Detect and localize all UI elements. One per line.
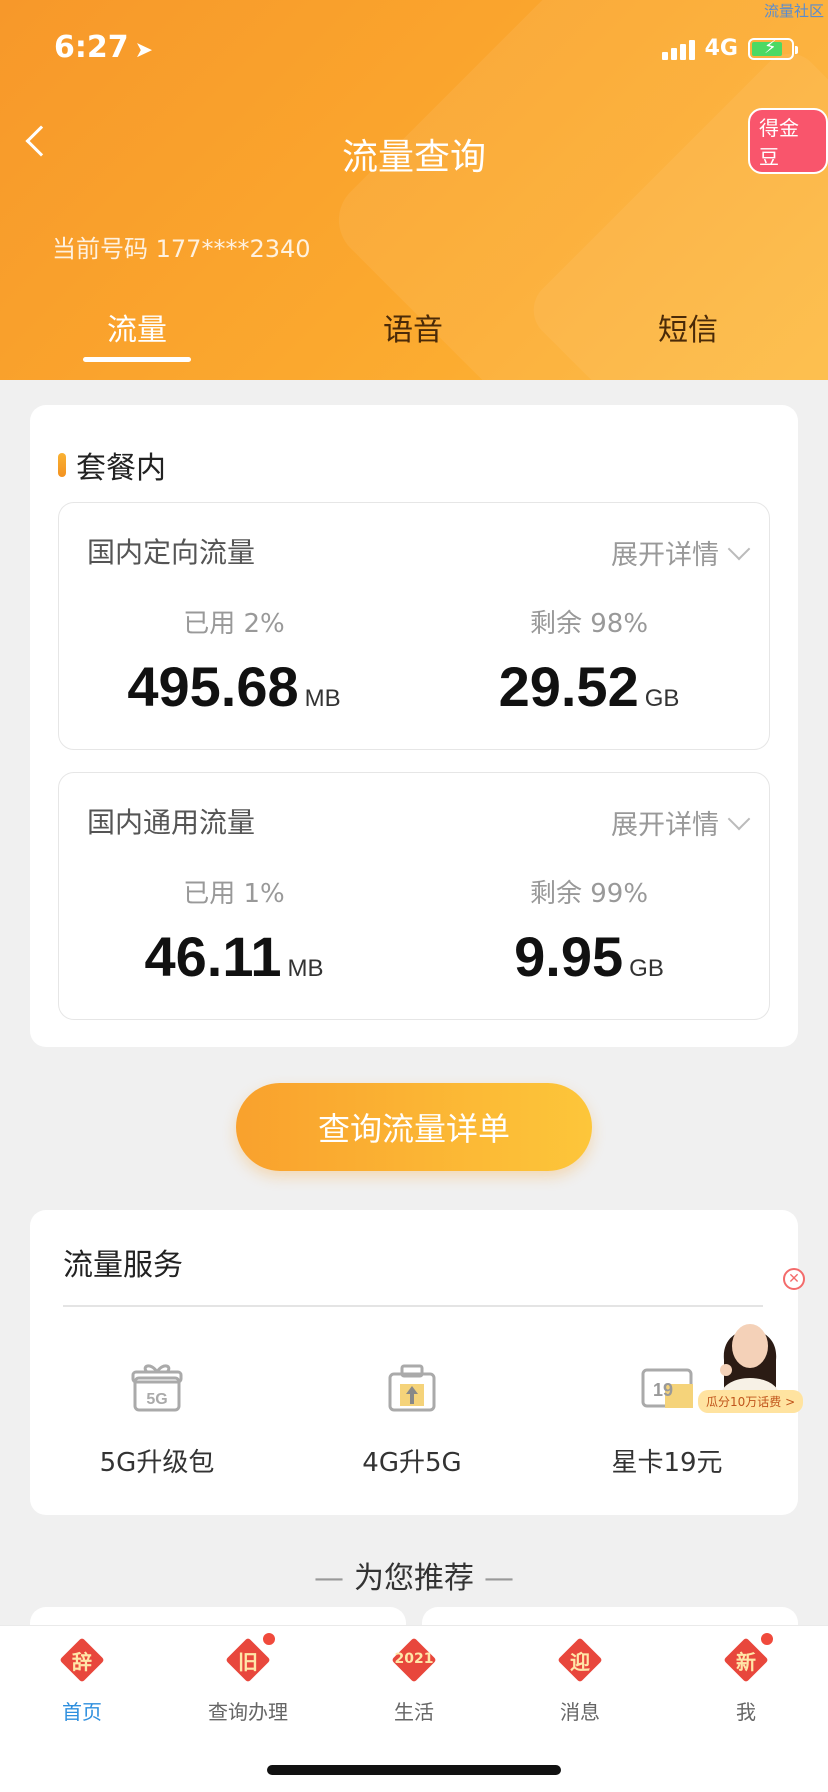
used-stat: 已用 1% 46.11 MB <box>64 873 404 989</box>
used-unit: MB <box>287 955 324 982</box>
notification-dot <box>262 1632 276 1646</box>
expand-label: 展开详情 <box>611 540 719 571</box>
divider <box>63 1305 763 1307</box>
nav-label: 生活 <box>394 1700 434 1724</box>
ad-close-icon[interactable]: ✕ <box>783 1268 805 1290</box>
nav-life-icon: 2021 <box>391 1637 437 1683</box>
notification-dot <box>760 1632 774 1646</box>
phone-number: 177****2340 <box>155 235 311 263</box>
package-card: 套餐内 国内定向流量 展开详情 已用 2% 495.68 MB 剩余 98% 29… <box>30 405 798 1047</box>
nav-icon-char: 辞 <box>72 1650 92 1674</box>
service-4g-to-5g[interactable]: 4G升5G <box>312 1360 512 1479</box>
nav-label: 我 <box>736 1700 756 1724</box>
home-indicator[interactable] <box>267 1765 561 1775</box>
service-label: 4G升5G <box>362 1448 462 1478</box>
services-title: 流量服务 <box>63 1248 183 1283</box>
tab-data[interactable]: 流量 <box>62 305 212 349</box>
ad-tag[interactable]: 瓜分10万话费 > <box>698 1390 804 1413</box>
recommend-label: 为您推荐 <box>354 1561 474 1596</box>
recommend-title: — 为您推荐 — <box>0 1553 828 1597</box>
nav-icon-char: 迎 <box>570 1650 590 1674</box>
remain-unit: GB <box>629 955 664 982</box>
5g-icon-text: 5G <box>146 1391 167 1408</box>
general-flow-box: 国内通用流量 展开详情 已用 1% 46.11 MB 剩余 99% 9.95 GB <box>58 772 770 1020</box>
tab-underline <box>83 357 191 362</box>
nav-home-icon: 辞 <box>59 1637 105 1683</box>
service-5g-package[interactable]: 5G 5G升级包 <box>57 1360 257 1479</box>
status-time-text: 6:27 <box>54 30 129 65</box>
chevron-down-icon <box>727 537 751 560</box>
page-title: 流量查询 <box>341 137 486 178</box>
query-details-button[interactable]: 查询流量详单 <box>236 1083 592 1171</box>
service-label: 5G升级包 <box>99 1448 215 1478</box>
nav-icon-char: 2021 <box>394 1651 434 1667</box>
nav-query[interactable]: 旧 查询办理 <box>178 1632 318 1725</box>
5g-gift-icon: 5G <box>131 1364 183 1412</box>
services-card: 流量服务 5G 5G升级包 4G升5G 19 星卡19元 <box>30 1210 798 1515</box>
signal-icon <box>661 38 695 60</box>
expand-details[interactable]: 展开详情 <box>611 533 751 572</box>
nav-icon-char: 新 <box>736 1650 756 1674</box>
section-marker <box>58 453 66 477</box>
remain-value: 29.52 <box>498 655 639 718</box>
remain-stat: 剩余 99% 9.95 GB <box>419 873 759 989</box>
dash-decoration: — <box>314 1561 344 1596</box>
nav-messages-icon: 迎 <box>557 1637 603 1683</box>
used-value: 46.11 <box>144 925 282 988</box>
phone-label: 当前号码 <box>52 235 148 263</box>
used-label: 已用 2% <box>183 609 285 639</box>
tab-voice[interactable]: 语音 <box>338 305 488 349</box>
nav-me-icon: 新 <box>723 1632 774 1683</box>
used-value: 495.68 <box>127 655 299 718</box>
flow-name: 国内通用流量 <box>87 806 256 839</box>
header: 流量社区 6:27 ➤ 4G ⚡ 流量查询 得金豆 当前号码 177****234… <box>0 0 828 380</box>
flow-name: 国内定向流量 <box>87 536 256 569</box>
location-arrow-icon: ➤ <box>134 38 154 63</box>
remain-label: 剩余 99% <box>529 879 649 909</box>
service-label: 星卡19元 <box>611 1448 723 1478</box>
nav-messages[interactable]: 迎 消息 <box>510 1637 650 1725</box>
expand-details[interactable]: 展开详情 <box>611 803 751 842</box>
star-card-icon: 19 <box>641 1368 693 1408</box>
star-card-icon-text: 19 <box>653 1380 673 1400</box>
tab-sms[interactable]: 短信 <box>613 305 763 349</box>
battery-icon: ⚡ <box>748 37 798 60</box>
nav-label: 消息 <box>560 1700 600 1724</box>
chevron-down-icon <box>727 807 751 830</box>
nav-home[interactable]: 辞 首页 <box>12 1637 152 1725</box>
nav-label: 查询办理 <box>208 1700 288 1724</box>
remain-unit: GB <box>644 685 680 712</box>
gold-bean-badge[interactable]: 得金豆 <box>748 108 828 174</box>
dash-decoration: — <box>484 1561 514 1596</box>
nav-query-icon: 旧 <box>225 1632 276 1683</box>
used-label: 已用 1% <box>183 879 285 909</box>
nav-label: 首页 <box>62 1700 102 1724</box>
current-number: 当前号码 177****2340 <box>52 229 311 264</box>
package-section-title: 套餐内 <box>58 443 166 487</box>
tab-bar: 流量 语音 短信 <box>0 305 828 365</box>
package-section-label: 套餐内 <box>76 451 166 486</box>
ad-person-image[interactable] <box>710 1300 790 1396</box>
status-indicators: 4G ⚡ <box>661 36 798 61</box>
watermark: 流量社区 <box>763 2 824 20</box>
remain-value: 9.95 <box>514 925 624 988</box>
remain-stat: 剩余 98% 29.52 GB <box>419 603 759 719</box>
used-unit: MB <box>304 685 341 712</box>
remain-label: 剩余 98% <box>529 609 649 639</box>
expand-label: 展开详情 <box>611 810 719 841</box>
nav-icon-char: 旧 <box>238 1650 258 1674</box>
nav-life[interactable]: 2021 生活 <box>344 1637 484 1725</box>
used-stat: 已用 2% 495.68 MB <box>64 603 404 719</box>
upgrade-box-icon <box>388 1364 436 1412</box>
directed-flow-box: 国内定向流量 展开详情 已用 2% 495.68 MB 剩余 98% 29.52 G… <box>58 502 770 750</box>
nav-me[interactable]: 新 我 <box>676 1632 816 1725</box>
status-time: 6:27 ➤ <box>54 30 153 65</box>
network-type: 4G <box>704 36 738 61</box>
